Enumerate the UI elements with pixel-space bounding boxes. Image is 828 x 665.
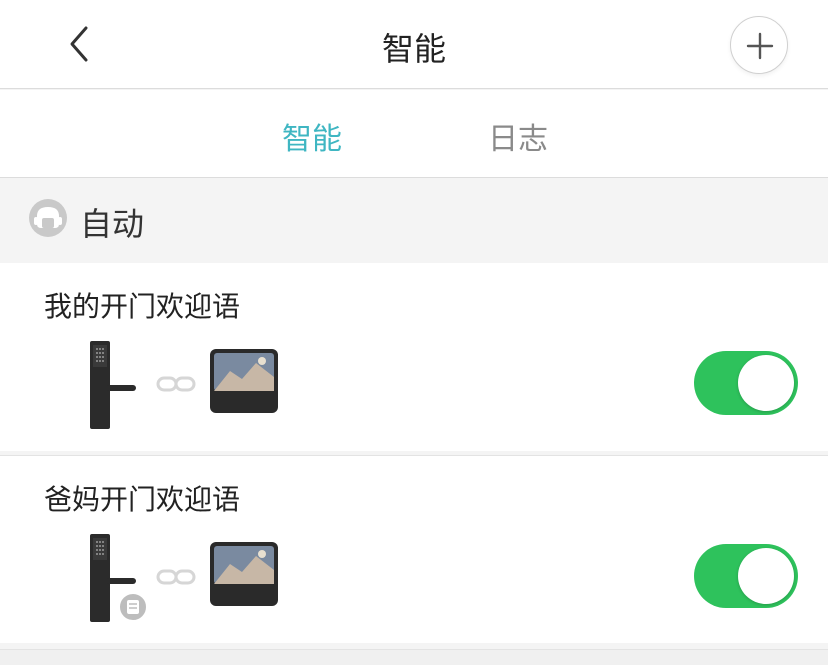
toggle-knob [738, 355, 794, 411]
smart-display-icon [210, 542, 278, 606]
automation-title: 爸妈开门欢迎语 [44, 483, 241, 516]
link-icon [156, 376, 196, 392]
automation-card[interactable]: 爸妈开门欢迎语 [0, 455, 828, 643]
smart-display-icon [210, 349, 278, 413]
tab-smart[interactable]: 智能 [282, 114, 342, 158]
plus-icon [746, 32, 774, 60]
list-bottom-divider [0, 649, 828, 665]
add-button[interactable] [730, 16, 788, 74]
section-header-auto: 自动 [0, 179, 828, 261]
user-badge-icon [118, 592, 148, 622]
toggle-knob [738, 548, 794, 604]
tab-bar: 智能 日志 [0, 90, 828, 178]
top-bar: 智能 [0, 0, 828, 89]
robot-head-icon [29, 199, 67, 237]
tab-log[interactable]: 日志 [488, 114, 548, 158]
page-title: 智能 [381, 30, 446, 68]
smart-lock-icon [90, 341, 136, 429]
automation-card[interactable]: 我的开门欢迎语 [0, 263, 828, 451]
automation-toggle[interactable] [694, 351, 798, 415]
section-label: 自动 [80, 205, 145, 243]
link-icon [156, 569, 196, 585]
automation-title: 我的开门欢迎语 [44, 290, 241, 323]
automation-toggle[interactable] [694, 544, 798, 608]
